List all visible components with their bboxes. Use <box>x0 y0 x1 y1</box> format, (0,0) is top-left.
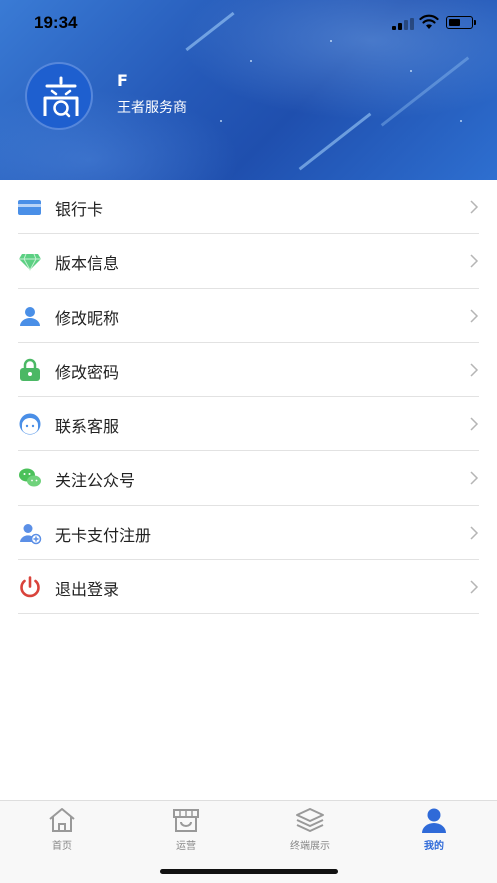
home-icon <box>49 808 75 832</box>
tab-mine[interactable]: 我的 <box>372 801 496 857</box>
tab-label: 运营 <box>176 841 196 852</box>
header-star <box>410 70 412 72</box>
user-icon <box>20 306 40 326</box>
merchant-logo-icon <box>43 76 79 118</box>
tab-label: 终端展示 <box>290 841 330 852</box>
chevron-right-icon <box>470 417 479 431</box>
menu-item-customer-service[interactable]: 联系客服 <box>18 397 479 452</box>
status-time: 19:34 <box>34 13 78 32</box>
profile-header: 19:34 F 王者服务商 <box>0 0 497 180</box>
settings-menu: 银行卡 版本信息 修改昵称 修改密码 联系客服 关注公众号 无卡支付注册 退出登… <box>0 180 497 615</box>
cellular-signal-icon <box>392 18 414 30</box>
menu-item-change-password[interactable]: 修改密码 <box>18 343 479 398</box>
home-indicator[interactable] <box>160 869 338 874</box>
header-star <box>220 120 222 122</box>
header-star <box>250 60 252 62</box>
tab-home[interactable]: 首页 <box>0 801 124 857</box>
battery-level <box>448 18 461 26</box>
menu-item-follow-official-account[interactable]: 关注公众号 <box>18 451 479 506</box>
store-icon <box>173 809 199 832</box>
menu-item-label: 无卡支付注册 <box>55 525 152 545</box>
user-name: F <box>117 71 128 90</box>
menu-item-label: 关注公众号 <box>55 471 136 491</box>
menu-item-label: 版本信息 <box>55 254 120 274</box>
tab-operations[interactable]: 运营 <box>124 801 248 857</box>
chevron-right-icon <box>470 254 479 268</box>
menu-item-label: 修改密码 <box>55 362 120 382</box>
menu-item-bank-card[interactable]: 银行卡 <box>18 180 479 235</box>
menu-item-logout[interactable]: 退出登录 <box>18 560 479 615</box>
chevron-right-icon <box>470 580 479 594</box>
menu-item-label: 联系客服 <box>55 417 120 437</box>
tab-terminal-display[interactable]: 终端展示 <box>248 801 372 857</box>
profile-icon <box>422 808 446 833</box>
menu-item-version-info[interactable]: 版本信息 <box>18 234 479 289</box>
menu-item-label: 退出登录 <box>55 580 120 600</box>
avatar[interactable] <box>25 62 93 130</box>
menu-item-label: 银行卡 <box>55 200 104 219</box>
tab-label: 我的 <box>424 841 444 852</box>
diamond-icon <box>19 254 41 272</box>
power-icon <box>20 576 40 598</box>
menu-item-change-nickname[interactable]: 修改昵称 <box>18 289 479 343</box>
chevron-right-icon <box>470 309 479 323</box>
battery-icon <box>446 16 476 29</box>
menu-item-cardless-payment-registration[interactable]: 无卡支付注册 <box>18 506 479 561</box>
lock-icon <box>20 358 40 381</box>
chevron-right-icon <box>470 363 479 377</box>
customer-service-icon <box>19 413 41 435</box>
chevron-right-icon <box>470 200 479 214</box>
user-add-icon <box>20 523 42 545</box>
chevron-right-icon <box>470 471 479 486</box>
wifi-icon <box>419 14 439 29</box>
layers-icon <box>296 808 324 832</box>
chevron-right-icon <box>470 526 479 540</box>
tab-label: 首页 <box>52 841 72 852</box>
wechat-icon <box>19 468 41 487</box>
header-streak <box>298 112 372 171</box>
status-bar: 19:34 <box>0 0 497 46</box>
menu-item-label: 修改昵称 <box>55 308 120 328</box>
header-star <box>460 120 462 122</box>
bank-card-icon <box>18 200 41 215</box>
user-role: 王者服务商 <box>117 100 187 116</box>
